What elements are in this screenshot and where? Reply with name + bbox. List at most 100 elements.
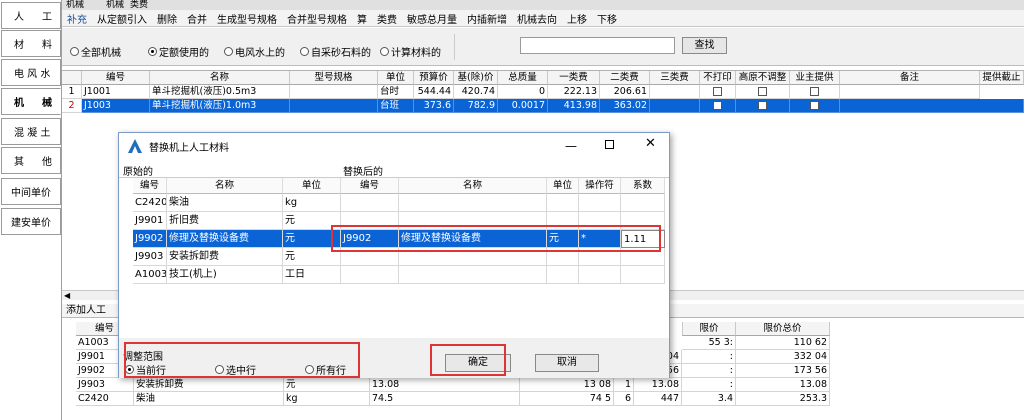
toolbar-generate-spec-button[interactable]: 生成型号规格	[212, 11, 282, 26]
cell-v2[interactable]: 74 5	[520, 392, 614, 406]
cell-spec[interactable]	[290, 99, 378, 113]
left-category-sidebar: 人工 材料 电 风 水 机械 混 凝 土 其他 中间单价 建安单价	[0, 0, 62, 420]
cell-v3[interactable]: 1	[614, 378, 634, 392]
cell-v1[interactable]: 74.5	[370, 392, 520, 406]
cell-new-code[interactable]	[341, 266, 399, 284]
cell-operator[interactable]	[579, 194, 621, 212]
cell-coefficient[interactable]	[621, 266, 665, 284]
sidebar-item-concrete[interactable]: 混 凝 土	[1, 118, 61, 145]
filter-all-machinery-radio[interactable]: 全部机械	[70, 44, 121, 59]
toolbar-interpolate-button[interactable]: 内插新增	[462, 11, 512, 26]
cell-unit[interactable]: 台时	[378, 85, 414, 99]
cell-name[interactable]: 单斗挖掘机(液压)1.0m3	[150, 99, 290, 113]
cell-limit[interactable]: 55 3:	[682, 336, 736, 350]
cell-limit[interactable]: 3.4	[682, 392, 736, 406]
cell-name[interactable]: 安装拆卸费	[134, 378, 284, 392]
search-input[interactable]	[520, 37, 675, 54]
cell-new-unit[interactable]	[547, 266, 579, 284]
cell-unit[interactable]: kg	[284, 392, 370, 406]
cell-c3[interactable]	[650, 85, 700, 99]
cell-v3[interactable]: 6	[614, 392, 634, 406]
cell-operator[interactable]	[579, 266, 621, 284]
toolbar-add-button[interactable]: 补充	[62, 11, 92, 26]
cell-c2[interactable]: 363.02	[600, 99, 650, 113]
no-print-checkbox[interactable]	[713, 101, 722, 110]
sidebar-item-construction-price[interactable]: 建安单价	[1, 208, 61, 235]
cell-limit[interactable]: :	[682, 350, 736, 364]
cell-v2[interactable]: 13 08	[520, 378, 614, 392]
cell-weight[interactable]: 0.0017	[498, 99, 548, 113]
no-print-checkbox[interactable]	[713, 87, 722, 96]
cell-name[interactable]: 单斗挖掘机(液压)0.5m3	[150, 85, 290, 99]
cell-limit[interactable]: :	[682, 364, 736, 378]
sidebar-item-other[interactable]: 其他	[1, 147, 61, 174]
cell-no-print	[700, 85, 736, 99]
toolbar-calc-button[interactable]: 算	[352, 11, 372, 26]
filter-self-sourced-aggregate-radio[interactable]: 自采砂石料的	[300, 44, 371, 59]
owner-supplied-checkbox[interactable]	[810, 101, 819, 110]
cell-remark[interactable]	[840, 85, 980, 99]
cell-base[interactable]: 782.9	[454, 99, 498, 113]
search-button[interactable]: 查找	[682, 37, 727, 54]
table-header-spec: 型号规格	[290, 71, 378, 85]
toolbar-merge-button[interactable]: 合并	[182, 11, 212, 26]
minimize-icon[interactable]: —	[565, 139, 577, 153]
cell-v1[interactable]: 13.08	[370, 378, 520, 392]
cell-coefficient[interactable]	[621, 194, 665, 212]
toolbar-cost-category-button[interactable]: 类费	[372, 11, 402, 26]
sidebar-item-labor[interactable]: 人工	[1, 2, 61, 29]
cell-new-code[interactable]	[341, 194, 399, 212]
owner-supplied-checkbox[interactable]	[810, 87, 819, 96]
toolbar-merge-spec-button[interactable]: 合并型号规格	[282, 11, 352, 26]
divider	[454, 34, 455, 60]
sidebar-item-material[interactable]: 材料	[1, 30, 61, 57]
table-header-remark: 备注	[840, 71, 980, 85]
cell-remark[interactable]	[840, 99, 1024, 113]
toolbar-machine-destination-button[interactable]: 机械去向	[512, 11, 562, 26]
tab-machinery-2[interactable]: 机械	[106, 0, 124, 10]
toolbar-import-from-quota-button[interactable]: 从定额引入	[92, 11, 152, 26]
cell-c1[interactable]: 222.13	[548, 85, 600, 99]
toolbar-sensitivity-button[interactable]: 敏感总月量	[402, 11, 462, 26]
dialog-titlebar[interactable]: 替换机上人工材料 — ✕	[119, 133, 669, 159]
cell-code[interactable]: J1003	[82, 99, 150, 113]
maximize-icon[interactable]	[605, 140, 614, 149]
filter-calc-material-radio[interactable]: 计算材料的	[380, 44, 441, 59]
cell-limit[interactable]: :	[682, 378, 736, 392]
no-altitude-checkbox[interactable]	[758, 87, 767, 96]
toolbar-move-up-button[interactable]: 上移	[562, 11, 592, 26]
cell-code[interactable]: C2420	[76, 392, 134, 406]
cell-spec[interactable]	[290, 85, 378, 99]
sidebar-item-machinery[interactable]: 机械	[1, 88, 61, 115]
cell-c3[interactable]	[650, 99, 700, 113]
cell-unit[interactable]: 台班	[378, 99, 414, 113]
table-header-new-code: 编号	[341, 178, 399, 194]
cell-budget[interactable]: 544.44	[414, 85, 454, 99]
cell-limit-total: 253.3	[736, 392, 830, 406]
sidebar-item-intermediate-price[interactable]: 中间单价	[1, 178, 61, 205]
cell-new-name[interactable]	[399, 194, 547, 212]
cell-unit[interactable]: 元	[284, 378, 370, 392]
toolbar-delete-button[interactable]: 删除	[152, 11, 182, 26]
scroll-left-icon[interactable]: ◀	[64, 291, 70, 300]
cell-c1[interactable]: 413.98	[548, 99, 600, 113]
filter-power-wind-water-radio[interactable]: 电风水上的	[224, 44, 285, 59]
cell-budget[interactable]: 373.6	[414, 99, 454, 113]
sidebar-item-power-wind-water[interactable]: 电 风 水	[1, 59, 61, 86]
cell-name[interactable]: 柴油	[134, 392, 284, 406]
cell-new-unit[interactable]	[547, 194, 579, 212]
cell-weight[interactable]: 0	[498, 85, 548, 99]
cell-code[interactable]: J9903	[76, 378, 134, 392]
tab-machinery[interactable]: 机械	[66, 0, 84, 10]
tab-add-labor[interactable]: 添加人工	[62, 305, 106, 316]
filter-quota-used-radio[interactable]: 定额使用的	[148, 44, 209, 59]
toolbar-move-down-button[interactable]: 下移	[592, 11, 622, 26]
cell-c2[interactable]: 206.61	[600, 85, 650, 99]
cancel-button[interactable]: 取消	[535, 354, 599, 372]
no-altitude-checkbox[interactable]	[758, 101, 767, 110]
close-icon[interactable]: ✕	[645, 136, 656, 151]
cell-new-name[interactable]	[399, 266, 547, 284]
tab-cost-category[interactable]: 类费	[130, 0, 148, 10]
cell-code[interactable]: J1001	[82, 85, 150, 99]
cell-base[interactable]: 420.74	[454, 85, 498, 99]
